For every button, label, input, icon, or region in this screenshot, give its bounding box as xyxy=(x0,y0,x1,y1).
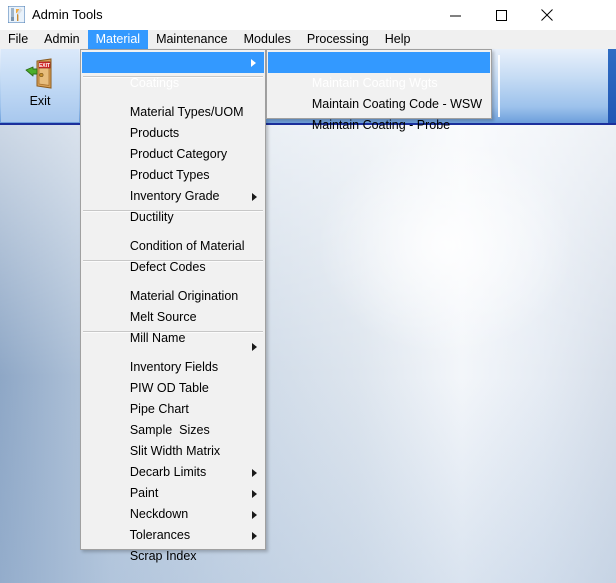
menu-item-inventory-fields[interactable]: Inventory Fields xyxy=(81,336,265,374)
menu-item-decarb-limits[interactable]: Decarb Limits xyxy=(81,441,265,479)
title-bar: Admin Tools xyxy=(0,0,616,31)
minimize-button[interactable] xyxy=(432,0,478,30)
menu-item-condition-of-material[interactable]: Condition of Material xyxy=(81,215,265,253)
window-title: Admin Tools xyxy=(32,7,103,22)
menu-item-scrap-index[interactable]: Scrap Index xyxy=(81,525,265,563)
menu-bar-item-help[interactable]: Help xyxy=(377,30,419,49)
menu-item-material-types-uom[interactable]: Material Types/UOM xyxy=(81,81,265,119)
menu-item-neckdown[interactable]: Neckdown xyxy=(81,483,265,521)
chevron-right-icon xyxy=(252,192,257,201)
menu-bar-item-admin[interactable]: Admin xyxy=(36,30,87,49)
submenu-item-maintain-coating-code-wsw[interactable]: Maintain Coating Code - WSW xyxy=(267,73,491,111)
menu-item-coatings[interactable]: Coatings xyxy=(82,52,264,90)
close-button[interactable] xyxy=(524,0,570,30)
menu-item-inventory-grade[interactable]: Inventory Grade xyxy=(81,165,265,203)
toolbar-separator xyxy=(498,55,500,117)
chevron-right-icon xyxy=(252,468,257,477)
menu-item-melt-source[interactable]: Melt Source xyxy=(81,286,265,324)
exit-button-label: Exit xyxy=(29,94,51,108)
menu-item-piw-od-table[interactable]: PIW OD Table xyxy=(81,357,265,395)
submenu-item-label: Maintain Coating - Probe xyxy=(311,118,451,132)
minimize-icon xyxy=(449,15,461,16)
menu-item-defect-codes[interactable]: Defect Codes xyxy=(81,236,265,274)
menu-bar-item-file[interactable]: File xyxy=(0,30,36,49)
chevron-right-icon xyxy=(252,489,257,498)
chevron-right-icon xyxy=(252,531,257,540)
exit-door-icon: EXIT xyxy=(23,57,57,91)
menu-item-label: Scrap Index xyxy=(129,549,197,563)
menu-item-slit-width-matrix[interactable]: Slit Width Matrix xyxy=(81,420,265,458)
menu-bar: File Admin Material Maintenance Modules Proce… xyxy=(0,30,616,50)
menu-item-sample-sizes[interactable]: Sample Sizes xyxy=(81,399,265,437)
menu-item-products[interactable]: Products xyxy=(81,102,265,140)
menu-item-tolerances[interactable]: Tolerances xyxy=(81,504,265,542)
toolbar-right-edge xyxy=(608,49,616,123)
menu-item-ductility[interactable]: Ductility xyxy=(81,186,265,224)
application-window: Admin Tools File Admin Material Maintenance… xyxy=(0,0,616,583)
menu-bar-item-processing[interactable]: Processing xyxy=(299,30,377,49)
menu-item-paint[interactable]: Paint xyxy=(81,462,265,500)
tools-icon xyxy=(7,5,26,24)
menu-bar-item-modules[interactable]: Modules xyxy=(236,30,299,49)
submenu-item-maintain-coating-probe[interactable]: Maintain Coating - Probe xyxy=(267,94,491,132)
menu-item-mill-name[interactable]: Mill Name xyxy=(81,307,265,345)
menu-item-product-types[interactable]: Product Types xyxy=(81,144,265,182)
close-icon xyxy=(541,9,553,21)
menu-item-material-origination[interactable]: Material Origination xyxy=(81,265,265,303)
chevron-right-icon xyxy=(252,342,257,351)
svg-text:EXIT: EXIT xyxy=(39,63,50,69)
exit-button[interactable]: EXIT Exit xyxy=(1,49,79,122)
coatings-submenu: Maintain Coating Wgts Maintain Coating C… xyxy=(266,49,492,132)
material-dropdown-menu: Coatings Material Types/UOM Products Pro… xyxy=(80,49,266,563)
submenu-item-maintain-coating-wgts[interactable]: Maintain Coating Wgts xyxy=(268,52,490,90)
maximize-button[interactable] xyxy=(478,0,524,30)
chevron-right-icon xyxy=(251,58,256,67)
menu-item-product-category[interactable]: Product Category xyxy=(81,123,265,161)
menu-bar-item-maintenance[interactable]: Maintenance xyxy=(148,30,236,49)
chevron-right-icon xyxy=(252,510,257,519)
menu-item-pipe-chart[interactable]: Pipe Chart xyxy=(81,378,265,416)
client-area-glow xyxy=(316,135,576,355)
maximize-icon xyxy=(495,9,507,21)
menu-bar-item-material[interactable]: Material xyxy=(87,30,149,49)
